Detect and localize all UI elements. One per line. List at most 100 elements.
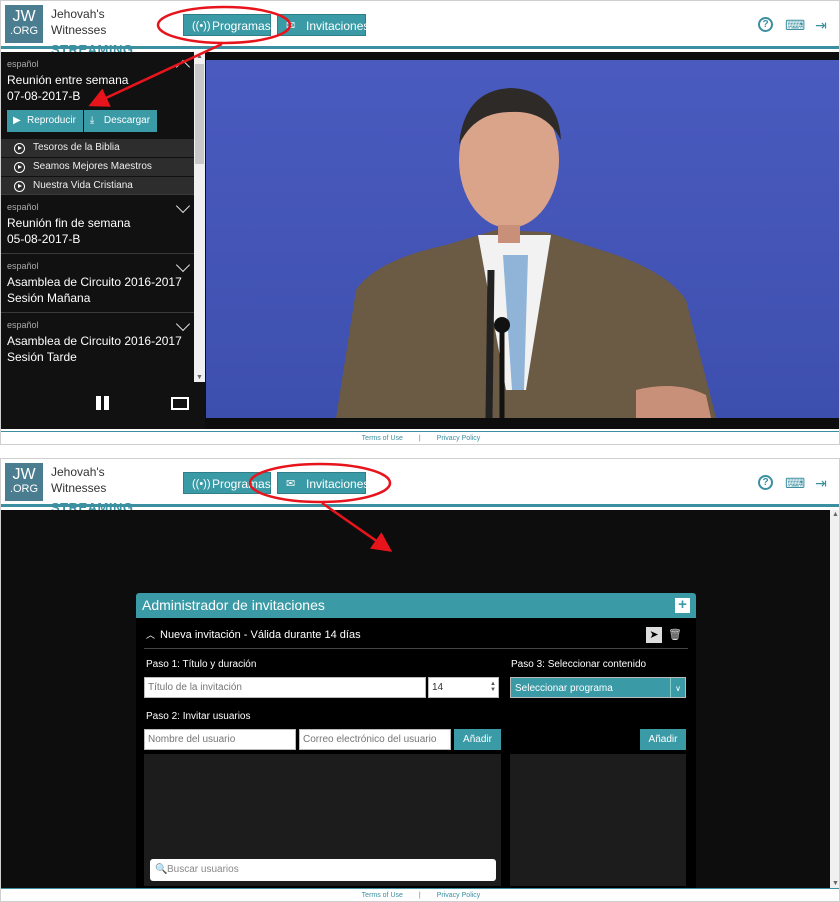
chapter-item[interactable]: Tesoros de la Biblia (1, 138, 194, 157)
nav-invitations-label: Invitaciones (306, 19, 370, 33)
chapter-label: Seamos Mejores Maestros (33, 161, 152, 172)
send-icon[interactable]: ➤ (646, 627, 662, 643)
step2-label: Paso 2: Invitar usuarios (146, 711, 251, 722)
broadcast-icon: ((•)) (192, 478, 211, 490)
step1-label: Paso 1: Título y duración (146, 659, 257, 670)
download-icon: ⤓ (89, 115, 95, 126)
search-icon: 🔍 (155, 864, 168, 875)
program-actions: ▶ Reproducir ⤓ Descargar (7, 110, 188, 132)
add-invitation-icon[interactable]: + (675, 597, 690, 613)
help-icon[interactable]: ? (758, 475, 773, 491)
footer-separator: | (418, 892, 421, 899)
search-placeholder: Buscar usuarios (167, 864, 239, 875)
broadcast-icon: ((•)) (192, 20, 211, 32)
program-title: Reunión entre semana (7, 73, 129, 87)
scrollbar-thumb[interactable] (195, 64, 204, 164)
video-frame (206, 60, 839, 418)
nav-programs-label: Programas (212, 477, 271, 491)
user-name-input[interactable] (144, 729, 296, 750)
play-circle-icon (14, 181, 25, 192)
invitation-title-input[interactable] (144, 677, 426, 698)
player-controls (1, 382, 205, 429)
header: JW .ORG Jehovah's Witnesses STREAMING ((•… (1, 459, 839, 515)
program-language: español (7, 202, 39, 212)
language-icon[interactable]: ⌨ (785, 475, 805, 491)
header: JW .ORG Jehovah's Witnesses STREAMING ((•… (1, 1, 839, 57)
language-icon[interactable]: ⌨ (785, 17, 805, 33)
footer: Terms of Use | Privacy Policy (1, 888, 839, 901)
nav-programs-button[interactable]: ((•)) Programas (183, 472, 271, 494)
trash-icon[interactable]: 🗑 (668, 627, 682, 643)
scroll-up-icon[interactable]: ▲ (832, 511, 839, 518)
program-title: Asamblea de Circuito 2016-2017 (7, 334, 182, 348)
nav-invitations-button[interactable]: ✉ Invitaciones (277, 472, 370, 494)
logo-text: JW (12, 466, 36, 483)
brand: Jehovah's Witnesses STREAMING (51, 464, 151, 516)
page-scrollbar[interactable]: ▲ ▼ (830, 510, 839, 888)
program-select-value: Seleccionar programa (515, 683, 613, 694)
user-email-input[interactable] (299, 729, 451, 750)
new-invitation-row[interactable]: ︿ Nueva invitación - Válida durante 14 d… (144, 627, 688, 649)
program-title: Asamblea de Circuito 2016-2017 (7, 275, 182, 289)
nav-invitations-button[interactable]: ✉ Invitaciones (277, 14, 370, 36)
download-button[interactable]: ⤓ Descargar (83, 110, 158, 132)
streaming-programs-screen: JW .ORG Jehovah's Witnesses STREAMING ((•… (0, 0, 840, 445)
terms-link[interactable]: Terms of Use (362, 435, 403, 442)
logout-icon[interactable]: ⇥ (813, 475, 829, 491)
privacy-link[interactable]: Privacy Policy (437, 435, 481, 442)
logout-icon[interactable]: ⇥ (813, 17, 829, 33)
jw-logo[interactable]: JW .ORG (5, 463, 43, 501)
envelope-icon: ✉ (286, 478, 296, 490)
nav-invitations-label: Invitaciones (306, 477, 370, 491)
scroll-down-icon[interactable]: ▼ (832, 880, 839, 887)
duration-value: 14 (432, 682, 444, 693)
selected-content-list (510, 754, 686, 886)
program-language: español (7, 59, 39, 69)
screen-mode-icon[interactable] (171, 397, 189, 410)
privacy-link[interactable]: Privacy Policy (437, 892, 481, 899)
pause-icon[interactable] (96, 396, 110, 410)
envelope-icon: ✉ (286, 20, 296, 32)
add-program-button[interactable]: Añadir (640, 729, 686, 750)
program-title: Reunión fin de semana (7, 216, 131, 230)
program-item[interactable]: español Reunión fin de semana 05-08-2017… (1, 195, 194, 254)
logo-subtext: .ORG (9, 25, 39, 37)
video-player[interactable] (205, 52, 839, 429)
program-item[interactable]: español Asamblea de Circuito 2016-2017 S… (1, 313, 194, 371)
duration-stepper[interactable]: 14 ▲ ▼ (428, 677, 499, 698)
terms-link[interactable]: Terms of Use (362, 892, 403, 899)
program-select[interactable]: Seleccionar programa ∨ (510, 677, 686, 698)
spin-arrows-icon[interactable]: ▲ ▼ (490, 681, 496, 693)
invitation-manager: Administrador de invitaciones + ︿ Nueva … (136, 593, 696, 901)
play-circle-icon (14, 162, 25, 173)
add-user-button[interactable]: Añadir (454, 729, 501, 750)
jw-logo[interactable]: JW .ORG (5, 5, 43, 43)
new-invitation-label: Nueva invitación - Válida durante 14 día… (160, 629, 361, 641)
play-circle-icon: ▶ (13, 115, 21, 126)
program-session: Sesión Mañana (7, 291, 91, 305)
brand-name: Jehovah's Witnesses (51, 465, 107, 495)
play-button[interactable]: ▶ Reproducir (7, 110, 83, 132)
play-circle-icon (14, 143, 25, 154)
chevron-up-icon[interactable]: ︿ (146, 627, 155, 643)
footer-separator: | (418, 435, 421, 442)
program-item[interactable]: español Asamblea de Circuito 2016-2017 S… (1, 254, 194, 313)
scroll-up-icon[interactable]: ▲ (196, 53, 203, 60)
search-users-input[interactable]: 🔍 Buscar usuarios (150, 859, 496, 881)
help-icon[interactable]: ? (758, 17, 773, 33)
program-item[interactable]: español Reunión entre semana 07-08-2017-… (1, 52, 194, 138)
program-sidebar: español Reunión entre semana 07-08-2017-… (1, 52, 205, 429)
program-list: español Reunión entre semana 07-08-2017-… (1, 52, 194, 382)
chevron-down-icon: ∨ (670, 678, 685, 697)
brand: Jehovah's Witnesses STREAMING (51, 6, 151, 58)
nav-programs-button[interactable]: ((•)) Programas (183, 14, 271, 36)
chapter-item[interactable]: Seamos Mejores Maestros (1, 157, 194, 176)
chapter-label: Nuestra Vida Cristiana (33, 180, 133, 191)
play-label: Reproducir (27, 115, 76, 126)
logo-subtext: .ORG (9, 483, 39, 495)
streaming-invitations-screen: JW .ORG Jehovah's Witnesses STREAMING ((•… (0, 458, 840, 902)
chapter-item[interactable]: Nuestra Vida Cristiana (1, 176, 194, 195)
sidebar-scrollbar[interactable]: ▲ ▼ (194, 52, 205, 382)
program-language: español (7, 320, 39, 330)
scroll-down-icon[interactable]: ▼ (196, 374, 203, 381)
